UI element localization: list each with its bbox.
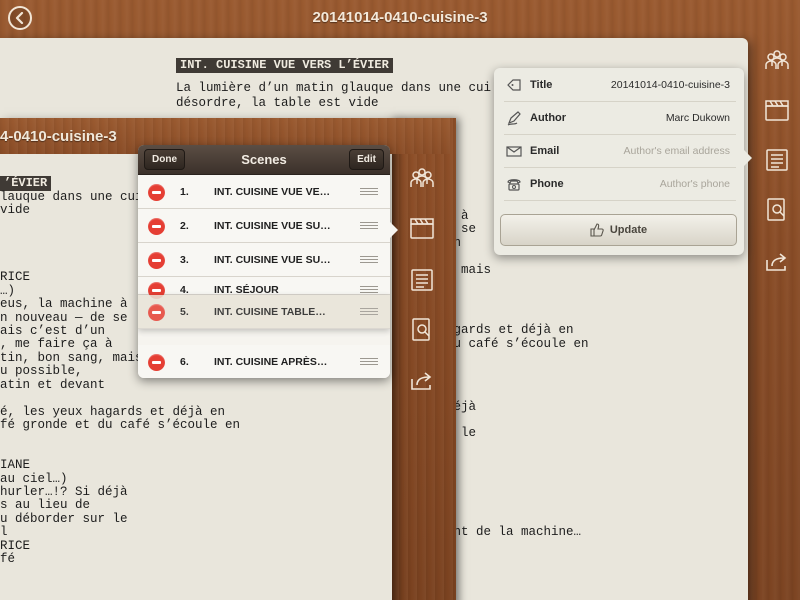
search-document-icon [767,198,785,221]
update-button[interactable]: Update [500,214,737,246]
scene-row[interactable]: 1. INT. CUISINE VUE VE… [138,175,390,209]
action-line: é, les yeux hagards et déjà en [0,404,226,419]
scene-name: INT. CUISINE APRÈS… [214,356,328,368]
author-label: Author [530,112,567,124]
pen-icon [507,111,521,126]
scene-heading: INT. CUISINE VUE VERS L’ÉVIER [176,58,393,73]
action-line [0,446,240,459]
tag-icon [507,79,521,91]
characters-button[interactable] [764,48,790,72]
title-label: Title [530,79,553,91]
scene-name: INT. CUISINE TABLE… [214,306,326,318]
clapperboard-button[interactable] [764,98,790,122]
reorder-handle-icon[interactable] [360,188,378,196]
middle-wood-panel [390,118,456,600]
clapperboard-icon [765,100,789,121]
email-label: Email [530,145,560,157]
action-line: u déborder sur le [0,511,128,526]
share-icon [766,253,787,271]
scene-list-button[interactable] [409,268,435,292]
update-label: Update [609,224,648,236]
characters-icon [765,50,789,69]
action-line: RICE [0,538,31,553]
action-line-fragment: du café s’écoule en [446,337,589,351]
reorder-handle-icon[interactable] [360,222,378,230]
scene-name: INT. CUISINE VUE VE… [214,186,331,198]
phone-field[interactable]: Author's phone [600,178,730,190]
window-title: 20141014-0410-cuisine-3 [312,9,488,26]
top-bar: 20141014-0410-cuisine-3 [0,0,800,36]
script-text-back: INT. CUISINE VUE VERS L’ÉVIER La lumière… [176,58,491,111]
scene-name: INT. CUISINE VUE SU… [214,254,331,266]
thumbs-up-icon [590,223,604,237]
characters-icon [410,168,434,187]
action-line-fragment: agards et déjà en [446,323,574,337]
author-row[interactable]: Author Marc Dukown [504,102,736,135]
delete-scene-button[interactable] [148,184,165,201]
action-line: l [0,525,8,540]
list-icon [411,269,433,291]
action-line: fé [0,551,16,566]
action-line-fragment: ent de la machine… [446,525,582,539]
document-info-popover: Title 20141014-0410-cuisine-3 Author Mar… [494,68,744,255]
reorder-handle-icon[interactable] [360,358,378,366]
delete-scene-button[interactable] [148,304,165,321]
scene-row[interactable]: 5. INT. CUISINE TABLE… [138,295,390,329]
scene-number: 1. [180,186,189,198]
action-line: au ciel…) [0,471,68,486]
share-icon [411,372,432,390]
action-line: s au lieu de [0,498,91,513]
scene-heading: ’ÉVIER [0,176,52,191]
phone-label: Phone [530,178,564,190]
scene-row[interactable]: 6. INT. CUISINE APRÈS… [138,345,390,378]
scene-row[interactable]: 3. INT. CUISINE VUE SU… [138,243,390,277]
right-sidebar [752,36,800,600]
scene-number: 5. [180,306,189,318]
scene-name: INT. CUISINE VUE SU… [214,220,331,232]
reorder-handle-icon[interactable] [360,286,378,294]
phone-icon [507,179,521,191]
list-icon [766,149,788,171]
action-line: IANE [0,458,31,473]
author-field[interactable]: Marc Dukown [600,112,730,124]
email-field[interactable]: Author's email address [600,145,730,157]
action-line: atin et devant [0,377,106,392]
reorder-handle-icon[interactable] [360,256,378,264]
scene-list-button[interactable] [764,148,790,172]
action-line [0,392,240,405]
scene-number: 6. [180,356,189,368]
reorder-handle-icon[interactable] [360,308,378,316]
delete-scene-button[interactable] [148,252,165,269]
delete-scene-button[interactable] [148,354,165,371]
search-document-button[interactable] [764,198,790,222]
title-row[interactable]: Title 20141014-0410-cuisine-3 [504,69,736,102]
delete-scene-button[interactable] [148,218,165,235]
action-line [0,432,240,445]
clapperboard-button[interactable] [409,216,435,240]
title-field[interactable]: 20141014-0410-cuisine-3 [600,79,730,91]
share-button[interactable] [409,369,435,393]
scene-number: 2. [180,220,189,232]
share-button[interactable] [764,250,790,274]
clapperboard-icon [410,218,434,239]
scene-number: 3. [180,254,189,266]
action-line: La lumière d’un matin glauque dans une c… [176,81,492,95]
scenes-popover: Done Scenes Edit 1. INT. CUISINE VUE VE… 2… [138,145,390,378]
search-document-icon [412,318,430,341]
action-line: hurler…!? Si déjà [0,484,128,499]
edit-button[interactable]: Edit [349,149,384,170]
action-line: fé gronde et du café s’écoule en [0,417,241,432]
scene-row[interactable]: 4. INT. SÉJOUR [138,277,390,299]
action-line: désordre, la table est vide [176,96,379,110]
scene-row[interactable]: 2. INT. CUISINE VUE SU… [138,209,390,243]
email-row[interactable]: Email Author's email address [504,135,736,168]
front-window-title: 4-0410-cuisine-3 [0,128,117,145]
info-popover-arrow [744,150,752,166]
scenes-header: Done Scenes Edit [138,145,390,175]
scenes-popover-arrow [390,222,398,238]
envelope-icon [506,146,522,157]
search-document-button[interactable] [409,318,435,342]
characters-button[interactable] [409,166,435,190]
phone-row[interactable]: Phone Author's phone [504,168,736,201]
